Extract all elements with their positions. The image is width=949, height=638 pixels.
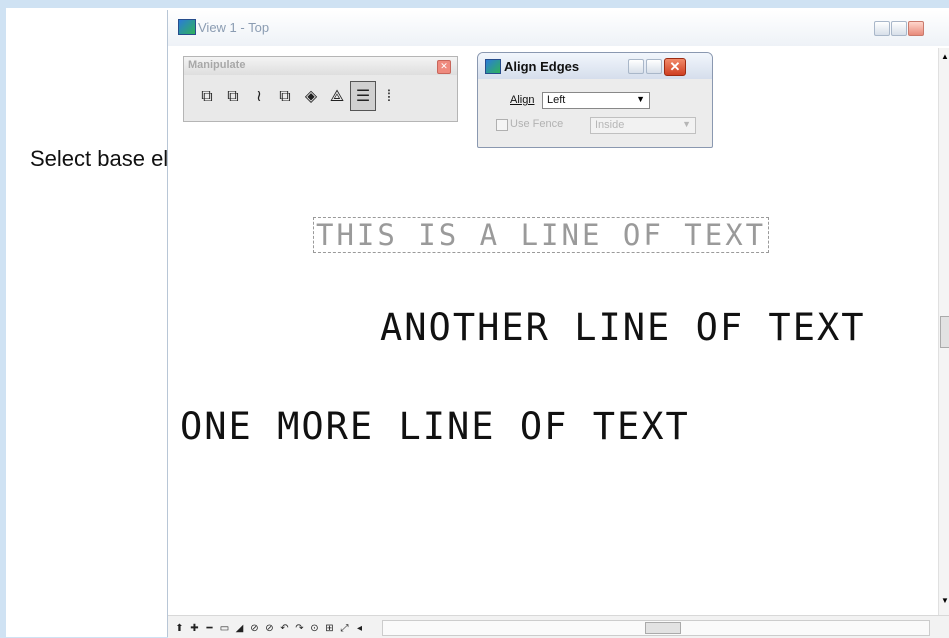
copy-tool-icon[interactable]: ⧉ (194, 82, 220, 112)
align-mode-select[interactable]: Left ▼ (542, 92, 650, 109)
use-fence-label: Use Fence (510, 118, 564, 130)
manipulate-title: Manipulate (188, 59, 246, 71)
use-fence-checkbox[interactable] (496, 119, 508, 131)
view-control-icon[interactable]: ⬆ (172, 621, 187, 636)
view-control-icon[interactable]: ⊙ (307, 621, 322, 636)
array-tool-icon[interactable]: ≀ (246, 82, 272, 112)
align-label: Align (510, 94, 535, 106)
manipulate-toolbar: Manipulate ✕ ⧉ ⧉ ≀ ⧉ ◈ ⟁ ☰ ⁞ (183, 56, 458, 122)
fence-mode-value: Inside (595, 119, 625, 131)
scroll-down-arrow[interactable]: ▼ (941, 596, 949, 605)
scroll-up-arrow[interactable]: ▲ (941, 52, 949, 61)
align-edges-title-bar[interactable]: Align Edges ✕ (478, 53, 712, 79)
view-control-icon[interactable]: ◂ (352, 621, 367, 636)
align-edges-dialog: Align Edges ✕ Align Left ▼ Use Fence Ins… (477, 52, 713, 148)
vertical-scroll-thumb[interactable] (940, 316, 949, 348)
mirror-tool-icon[interactable]: ⟁ (324, 82, 350, 112)
view-bottom-bar: ⬆ ✚ ━ ▭ ◢ ⊘ ⊘ ↶ ↷ ⊙ ⊞ ⤢ ◂ (168, 615, 949, 638)
vertical-scrollbar[interactable]: ▲ ▼ (938, 48, 949, 615)
view-control-icons: ⬆ ✚ ━ ▭ ◢ ⊘ ⊘ ↶ ↷ ⊙ ⊞ ⤢ ◂ (172, 618, 382, 636)
maximize-button[interactable] (891, 21, 907, 36)
dashed-selected-text-line[interactable]: THIS IS A LINE OF TEXT (313, 217, 770, 253)
view-control-icon[interactable]: ◢ (232, 621, 247, 636)
dialog-maximize-button[interactable] (646, 59, 662, 74)
view-control-icon[interactable]: ⊘ (247, 621, 262, 636)
text-line-3[interactable]: ONE MORE LINE OF TEXT (180, 405, 690, 448)
align-mode-dropdown-icon: ▼ (636, 94, 645, 104)
minimize-button[interactable] (874, 21, 890, 36)
view-control-icon[interactable]: ↶ (277, 621, 292, 636)
manipulate-close-button[interactable]: ✕ (437, 60, 451, 74)
align-edges-title: Align Edges (504, 59, 580, 74)
move-tool-icon[interactable]: ⧉ (220, 82, 246, 112)
view-control-icon[interactable]: ⊞ (322, 621, 337, 636)
app-icon (178, 19, 196, 35)
fence-mode-dropdown-icon: ▼ (682, 119, 691, 129)
text-line-2[interactable]: ANOTHER LINE OF TEXT (380, 306, 866, 349)
view-title: View 1 - Top (198, 20, 270, 35)
align-edges-tool-icon[interactable]: ☰ (350, 81, 376, 111)
manipulate-title-bar[interactable]: Manipulate ✕ (184, 57, 457, 75)
view-control-icon[interactable]: ━ (202, 621, 217, 636)
align-mode-value: Left (547, 94, 566, 106)
manipulate-tool-row: ⧉ ⧉ ≀ ⧉ ◈ ⟁ ☰ ⁞ (194, 81, 402, 113)
view-title-bar[interactable]: View 1 - Top (168, 10, 949, 46)
view-control-icon[interactable]: ↷ (292, 621, 307, 636)
view-control-icon[interactable]: ⊘ (262, 621, 277, 636)
dialog-minimize-button[interactable] (628, 59, 644, 74)
view-control-icon[interactable]: ✚ (187, 621, 202, 636)
dialog-close-button[interactable]: ✕ (664, 58, 686, 76)
view-control-icon[interactable]: ▭ (217, 621, 232, 636)
close-button[interactable] (908, 21, 924, 36)
stretch-tool-icon[interactable]: ⁞ (376, 82, 402, 112)
horizontal-scrollbar[interactable] (382, 620, 930, 636)
scale-tool-icon[interactable]: ⧉ (272, 82, 298, 112)
fence-mode-select[interactable]: Inside ▼ (590, 117, 696, 134)
align-edges-app-icon (485, 59, 501, 74)
view-control-icon[interactable]: ⤢ (337, 621, 352, 636)
horizontal-scroll-thumb[interactable] (645, 622, 681, 634)
rotate-tool-icon[interactable]: ◈ (298, 82, 324, 112)
